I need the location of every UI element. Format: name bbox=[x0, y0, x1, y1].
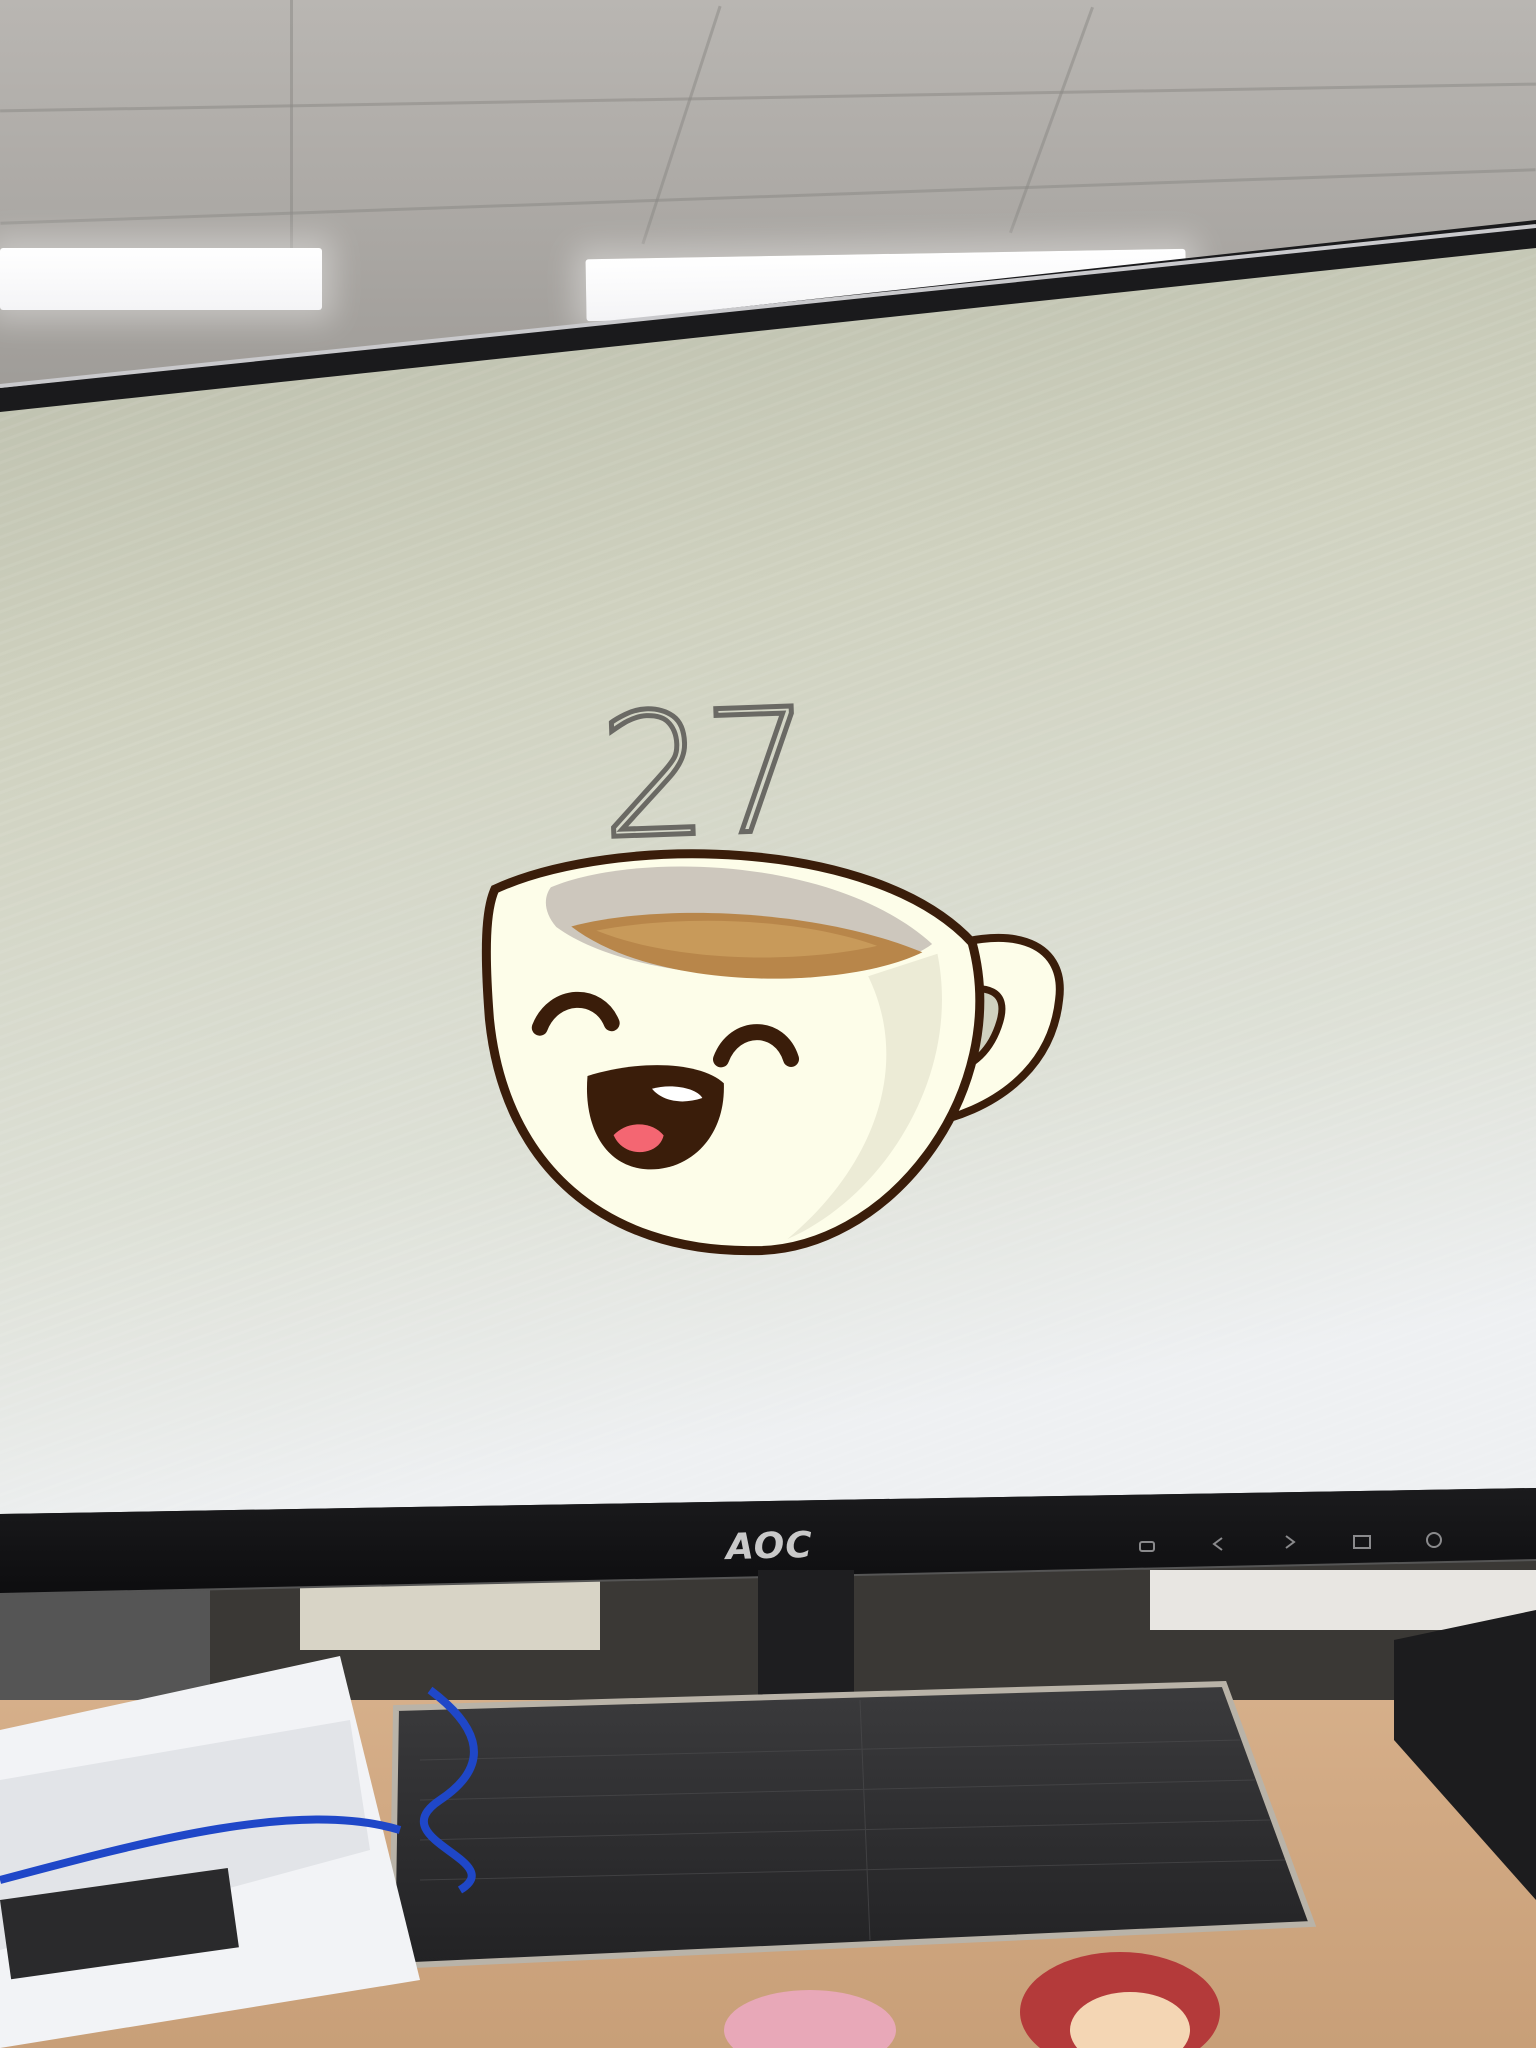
background-notebook bbox=[300, 1580, 600, 1650]
photo-scene: 27 AOC bbox=[0, 0, 1536, 2048]
sticker-pink bbox=[724, 1990, 896, 2048]
background-papers bbox=[1150, 1570, 1536, 1630]
clock-number: 27 bbox=[594, 670, 814, 880]
monitor-stand-base bbox=[388, 1680, 1317, 1970]
monitor-brand-logo: AOC bbox=[725, 1524, 814, 1569]
monitor bbox=[0, 220, 1536, 2048]
desk-tray bbox=[1394, 1610, 1536, 1900]
background-device bbox=[0, 1590, 210, 1700]
